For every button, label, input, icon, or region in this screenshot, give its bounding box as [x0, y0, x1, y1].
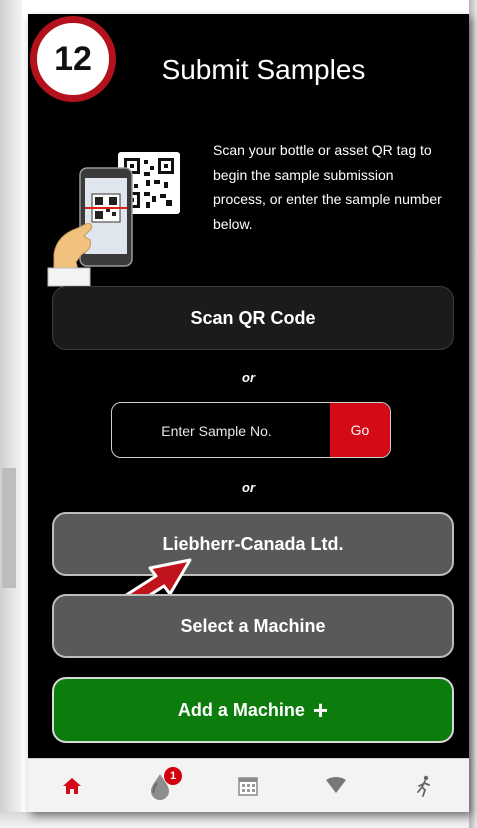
plus-icon: +: [312, 695, 329, 725]
scan-qr-illustration-icon: [47, 152, 180, 287]
tab-activity[interactable]: [380, 759, 468, 812]
or-separator: or: [242, 370, 255, 385]
step-number: 12: [54, 39, 92, 78]
add-machine-label: Add a Machine: [177, 699, 305, 720]
add-machine-button[interactable]: Add a Machine +: [52, 677, 454, 743]
tab-signal[interactable]: [292, 759, 380, 812]
go-button[interactable]: Go: [330, 403, 390, 457]
calendar-icon: [238, 777, 258, 796]
step-number-badge: 12: [30, 16, 116, 102]
background-block: [2, 468, 16, 588]
background-strip-bottom: [0, 812, 477, 828]
background-strip-left: [0, 0, 22, 828]
or-separator: or: [242, 480, 255, 495]
tab-home[interactable]: [28, 759, 116, 812]
tab-samples[interactable]: 1: [116, 759, 204, 812]
app-screen: 12 Submit Samples Scan your bottle or as…: [28, 14, 469, 812]
tab-calendar[interactable]: [204, 759, 292, 812]
home-icon: [63, 778, 81, 794]
sample-number-input[interactable]: [112, 403, 321, 459]
runner-icon: [417, 775, 430, 797]
scan-qr-code-button[interactable]: Scan QR Code: [52, 286, 454, 350]
page-title: Submit Samples: [161, 54, 366, 85]
notification-badge: 1: [164, 767, 182, 785]
bottom-tab-bar: 1: [28, 758, 469, 812]
intro-text: Scan your bottle or asset QR tag to begi…: [213, 142, 442, 232]
background-strip-right: [469, 0, 477, 828]
sample-number-field: Go: [111, 402, 391, 459]
select-machine-button[interactable]: Select a Machine: [52, 594, 454, 658]
signal-icon: [326, 777, 346, 793]
